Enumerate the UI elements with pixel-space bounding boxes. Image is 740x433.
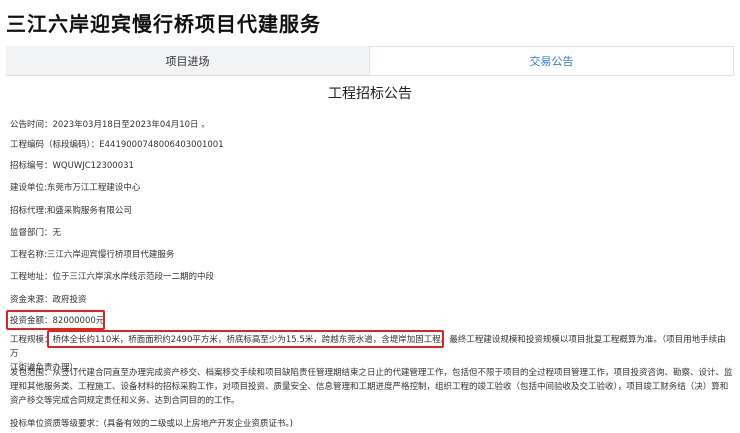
tender-no-label: 招标编号： — [10, 161, 53, 171]
publish-time-value: 2023年03月18日至2023年04月10日 。 — [52, 120, 210, 130]
funding-row: 资金来源：政府投资 — [10, 294, 87, 306]
qualification-value: (具备有效的二级或以上房地产开发企业资质证书。) — [103, 419, 293, 429]
investment-row: 投资金额：82000000元 — [10, 315, 104, 327]
project-name-value: 三江六岸迎宾慢行桥项目代建服务 — [46, 250, 175, 260]
project-name-row: 工程名称:三江六岸迎宾慢行桥项目代建服务 — [10, 249, 174, 261]
publish-time-label: 公告时间： — [10, 120, 53, 130]
project-code-row: 工程编码（标段编码）：E4419000748006403001001 — [10, 139, 224, 151]
builder-label: 建设单位: — [10, 183, 47, 193]
qualification-row: 投标单位资质等级要求：(具备有效的二级或以上房地产开发企业资质证书。) — [10, 418, 293, 430]
address-label: 工程地址： — [10, 272, 53, 282]
tender-no-value: WQUWJC12300031 — [52, 161, 134, 171]
scope-value: 从签订代建合同直至办理完成资产移交、档案移交手续和项目缺陷责任管理期结束之日止的… — [10, 368, 733, 406]
scale-highlight-text: 桥体全长约110米，桥面面积约2490平方米，桥底标高至少为15.5米，跨越东莞… — [52, 335, 450, 345]
project-code-label: 工程编码（标段编码）： — [10, 140, 100, 150]
project-name-label: 工程名称: — [10, 250, 47, 260]
investment-label: 投资金额： — [10, 316, 53, 326]
agent-row: 招标代理:和盛采购服务有限公司 — [10, 205, 132, 217]
tab-project-entry[interactable]: 项目进场 — [6, 46, 369, 75]
notice-title: 工程招标公告 — [328, 86, 412, 102]
supervisor-value: 无 — [52, 228, 62, 238]
supervisor-row: 监督部门：无 — [10, 227, 61, 239]
address-row: 工程地址：位于三江六岸滨水岸线示范段一二期的中段 — [10, 271, 214, 283]
tab-trade-notice[interactable]: 交易公告 — [369, 46, 734, 75]
agent-value: 和盛采购服务有限公司 — [46, 206, 132, 216]
scope-row: 发包范围：从签订代建合同直至办理完成资产移交、档案移交手续和项目缺陷责任管理期结… — [10, 366, 734, 408]
tender-no-row: 招标编号：WQUWJC12300031 — [10, 160, 134, 172]
project-code-value: E4419000748006403001001 — [99, 140, 224, 150]
supervisor-label: 监督部门： — [10, 228, 53, 238]
investment-value: 82000000元 — [52, 316, 105, 326]
page-title: 三江六岸迎宾慢行桥项目代建服务 — [6, 12, 321, 36]
qualification-label: 投标单位资质等级要求： — [10, 419, 104, 429]
tab-bar: 项目进场 交易公告 — [6, 46, 734, 76]
funding-value: 政府投资 — [52, 295, 87, 305]
scale-label: 工程规模： — [10, 335, 53, 345]
publish-time-row: 公告时间：2023年03月18日至2023年04月10日 。 — [10, 119, 210, 131]
scope-label: 发包范围： — [10, 368, 53, 378]
funding-label: 资金来源： — [10, 295, 53, 305]
builder-row: 建设单位:东莞市万江工程建设中心 — [10, 182, 140, 194]
address-value: 位于三江六岸滨水岸线示范段一二期的中段 — [52, 272, 215, 282]
builder-value: 东莞市万江工程建设中心 — [46, 183, 141, 193]
agent-label: 招标代理: — [10, 206, 47, 216]
